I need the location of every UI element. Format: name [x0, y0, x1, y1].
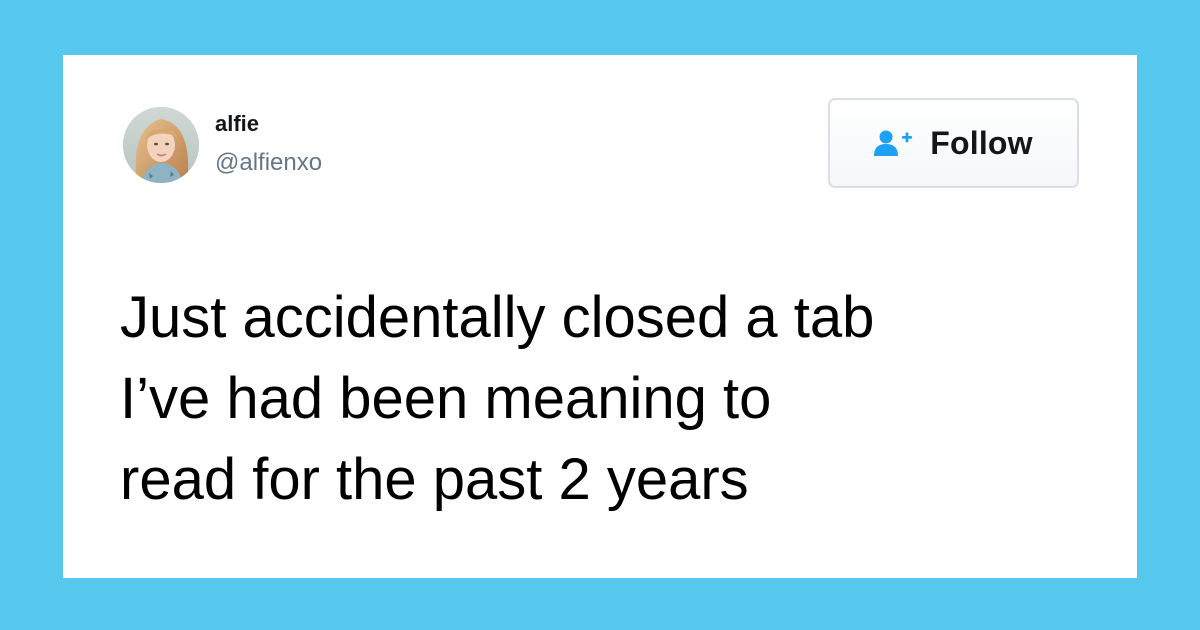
author-handle[interactable]: @alfienxo	[215, 149, 322, 177]
add-user-icon	[874, 129, 914, 157]
tweet-card: alfie @alfienxo Follow Just accidentally…	[63, 55, 1137, 578]
avatar-image	[123, 107, 199, 183]
tweet-text: Just accidentally closed a tab I’ve had …	[120, 285, 875, 512]
follow-button[interactable]: Follow	[828, 98, 1079, 188]
avatar[interactable]	[123, 107, 199, 183]
follow-button-label: Follow	[930, 124, 1033, 161]
author-name[interactable]: alfie	[215, 111, 259, 137]
